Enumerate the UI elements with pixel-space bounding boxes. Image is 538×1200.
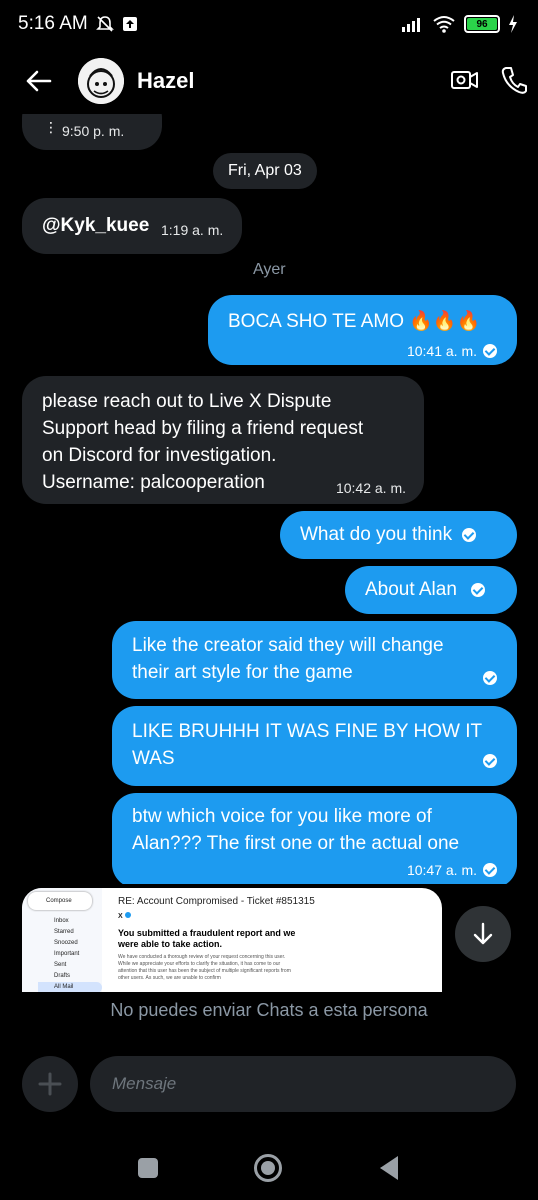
compose-button: Compose — [28, 892, 92, 910]
folder-item: Snoozed — [54, 940, 78, 946]
message-text-line: please reach out to Live X Dispute — [42, 391, 332, 412]
sender-name: X — [118, 913, 123, 920]
message-text: @Kyk_kuee — [42, 215, 150, 236]
add-attachment-button[interactable] — [22, 1056, 78, 1112]
contact-name[interactable]: Hazel — [137, 68, 194, 94]
email-body-title: You submitted a fraudulent report and we… — [118, 928, 296, 949]
folder-item: Starred — [54, 929, 74, 935]
message-bubble-sent[interactable]: LIKE BRUHHH IT WAS FINE BY HOW IT WAS — [112, 706, 517, 786]
battery-level: 96 — [467, 18, 497, 30]
read-check-icon — [483, 754, 497, 768]
message-text-line: on Discord for investigation. — [42, 445, 277, 466]
date-separator: Fri, Apr 03 — [213, 153, 317, 189]
email-sender: X — [118, 912, 131, 920]
back-arrow-icon[interactable] — [22, 64, 56, 98]
scroll-to-bottom-button[interactable] — [455, 906, 511, 962]
chat-header: Hazel — [0, 48, 538, 114]
upload-icon — [122, 16, 138, 32]
message-bubble-sent[interactable]: What do you think — [280, 511, 517, 559]
read-check-icon — [483, 671, 497, 685]
read-check-icon — [462, 528, 477, 542]
message-bubble-sent[interactable]: Like the creator said they will change t… — [112, 621, 517, 699]
message-bubble-received[interactable]: @Kyk_kuee 1:19 a. m. — [22, 198, 242, 254]
day-separator: Ayer — [253, 261, 286, 278]
message-time: 10:41 a. m. — [406, 343, 477, 359]
message-time: 10:47 a. m. — [406, 862, 477, 878]
message-time: 10:42 a. m. — [335, 480, 406, 496]
message-status: 10:47 a. m. — [407, 857, 497, 884]
message-time: 1:19 a. m. — [161, 222, 224, 238]
message-text-line: WAS — [132, 748, 175, 769]
arrow-down-icon — [473, 922, 493, 945]
video-call-icon[interactable] — [450, 67, 480, 98]
avatar[interactable] — [78, 58, 124, 104]
folder-item: All Mail — [38, 982, 102, 992]
folder-item: Drafts — [54, 973, 71, 979]
message-text-line: Support head by filing a friend request — [42, 418, 364, 439]
folder-list: Inbox Starred Snoozed Important Sent Dra… — [22, 916, 102, 992]
system-back-button[interactable] — [380, 1156, 398, 1180]
folder-item: Important — [54, 951, 80, 957]
message-text: What do you think — [300, 524, 453, 545]
status-time: 5:16 AM — [18, 13, 88, 34]
message-text: About Alan — [365, 579, 457, 600]
message-bubble-received[interactable]: please reach out to Live X Dispute Suppo… — [22, 376, 424, 504]
message-text-line: btw which voice for you like more of — [132, 806, 432, 827]
read-check-icon — [483, 863, 497, 877]
phone-call-icon[interactable] — [500, 65, 528, 100]
message-bubble-sent[interactable]: About Alan — [345, 566, 517, 614]
email-subject: RE: Account Compromised - Ticket #851315 — [118, 896, 315, 907]
status-right: 96 — [400, 15, 518, 33]
message-text-line: LIKE BRUHHH IT WAS FINE BY HOW IT — [132, 721, 483, 742]
message-bubble-sent[interactable]: BOCA SHO TE AMO 🔥🔥🔥 10:41 a. m. — [208, 295, 517, 365]
more-icon: ⋮ — [44, 119, 58, 135]
message-text-line: their art style for the game — [132, 662, 353, 683]
bell-off-icon — [95, 15, 114, 33]
battery-icon: 96 — [464, 15, 500, 33]
home-button[interactable] — [254, 1154, 282, 1182]
system-navigation-bar — [0, 1140, 538, 1200]
email-body-text: We have conducted a thorough review of y… — [118, 954, 291, 981]
gmail-sidebar: Compose Inbox Starred Snoozed Important … — [22, 888, 102, 992]
wifi-icon — [432, 15, 456, 33]
message-input[interactable] — [90, 1056, 516, 1112]
plus-icon — [38, 1072, 62, 1096]
recent-apps-button[interactable] — [138, 1158, 158, 1178]
status-bar: 5:16 AM 96 — [0, 0, 538, 48]
folder-item: Inbox — [54, 918, 69, 924]
status-left: 5:16 AM — [18, 13, 138, 35]
image-attachment[interactable]: Compose Inbox Starred Snoozed Important … — [22, 888, 442, 992]
message-text: BOCA SHO TE AMO 🔥🔥🔥 — [228, 311, 481, 332]
message-text-line: Alan??? The first one or the actual one — [132, 833, 460, 854]
message-time: 9:50 p. m. — [62, 123, 125, 139]
read-check-icon — [470, 583, 485, 597]
folder-item: Sent — [54, 962, 67, 968]
message-bubble-sent[interactable]: btw which voice for you like more of Ala… — [112, 793, 517, 884]
charging-icon — [508, 15, 518, 33]
message-list[interactable]: 9:50 p. m. ⋮ Fri, Apr 03 @Kyk_kuee 1:19 … — [0, 114, 538, 884]
message-composer — [22, 1052, 518, 1112]
message-bubble-received[interactable]: 9:50 p. m. ⋮ — [22, 114, 162, 150]
message-text-line: Like the creator said they will change — [132, 635, 444, 656]
signal-icon — [400, 16, 424, 32]
verified-icon — [124, 912, 131, 918]
read-check-icon — [483, 344, 497, 358]
cannot-send-notice: No puedes enviar Chats a esta persona — [110, 1000, 428, 1020]
message-status: 10:41 a. m. — [407, 338, 497, 365]
